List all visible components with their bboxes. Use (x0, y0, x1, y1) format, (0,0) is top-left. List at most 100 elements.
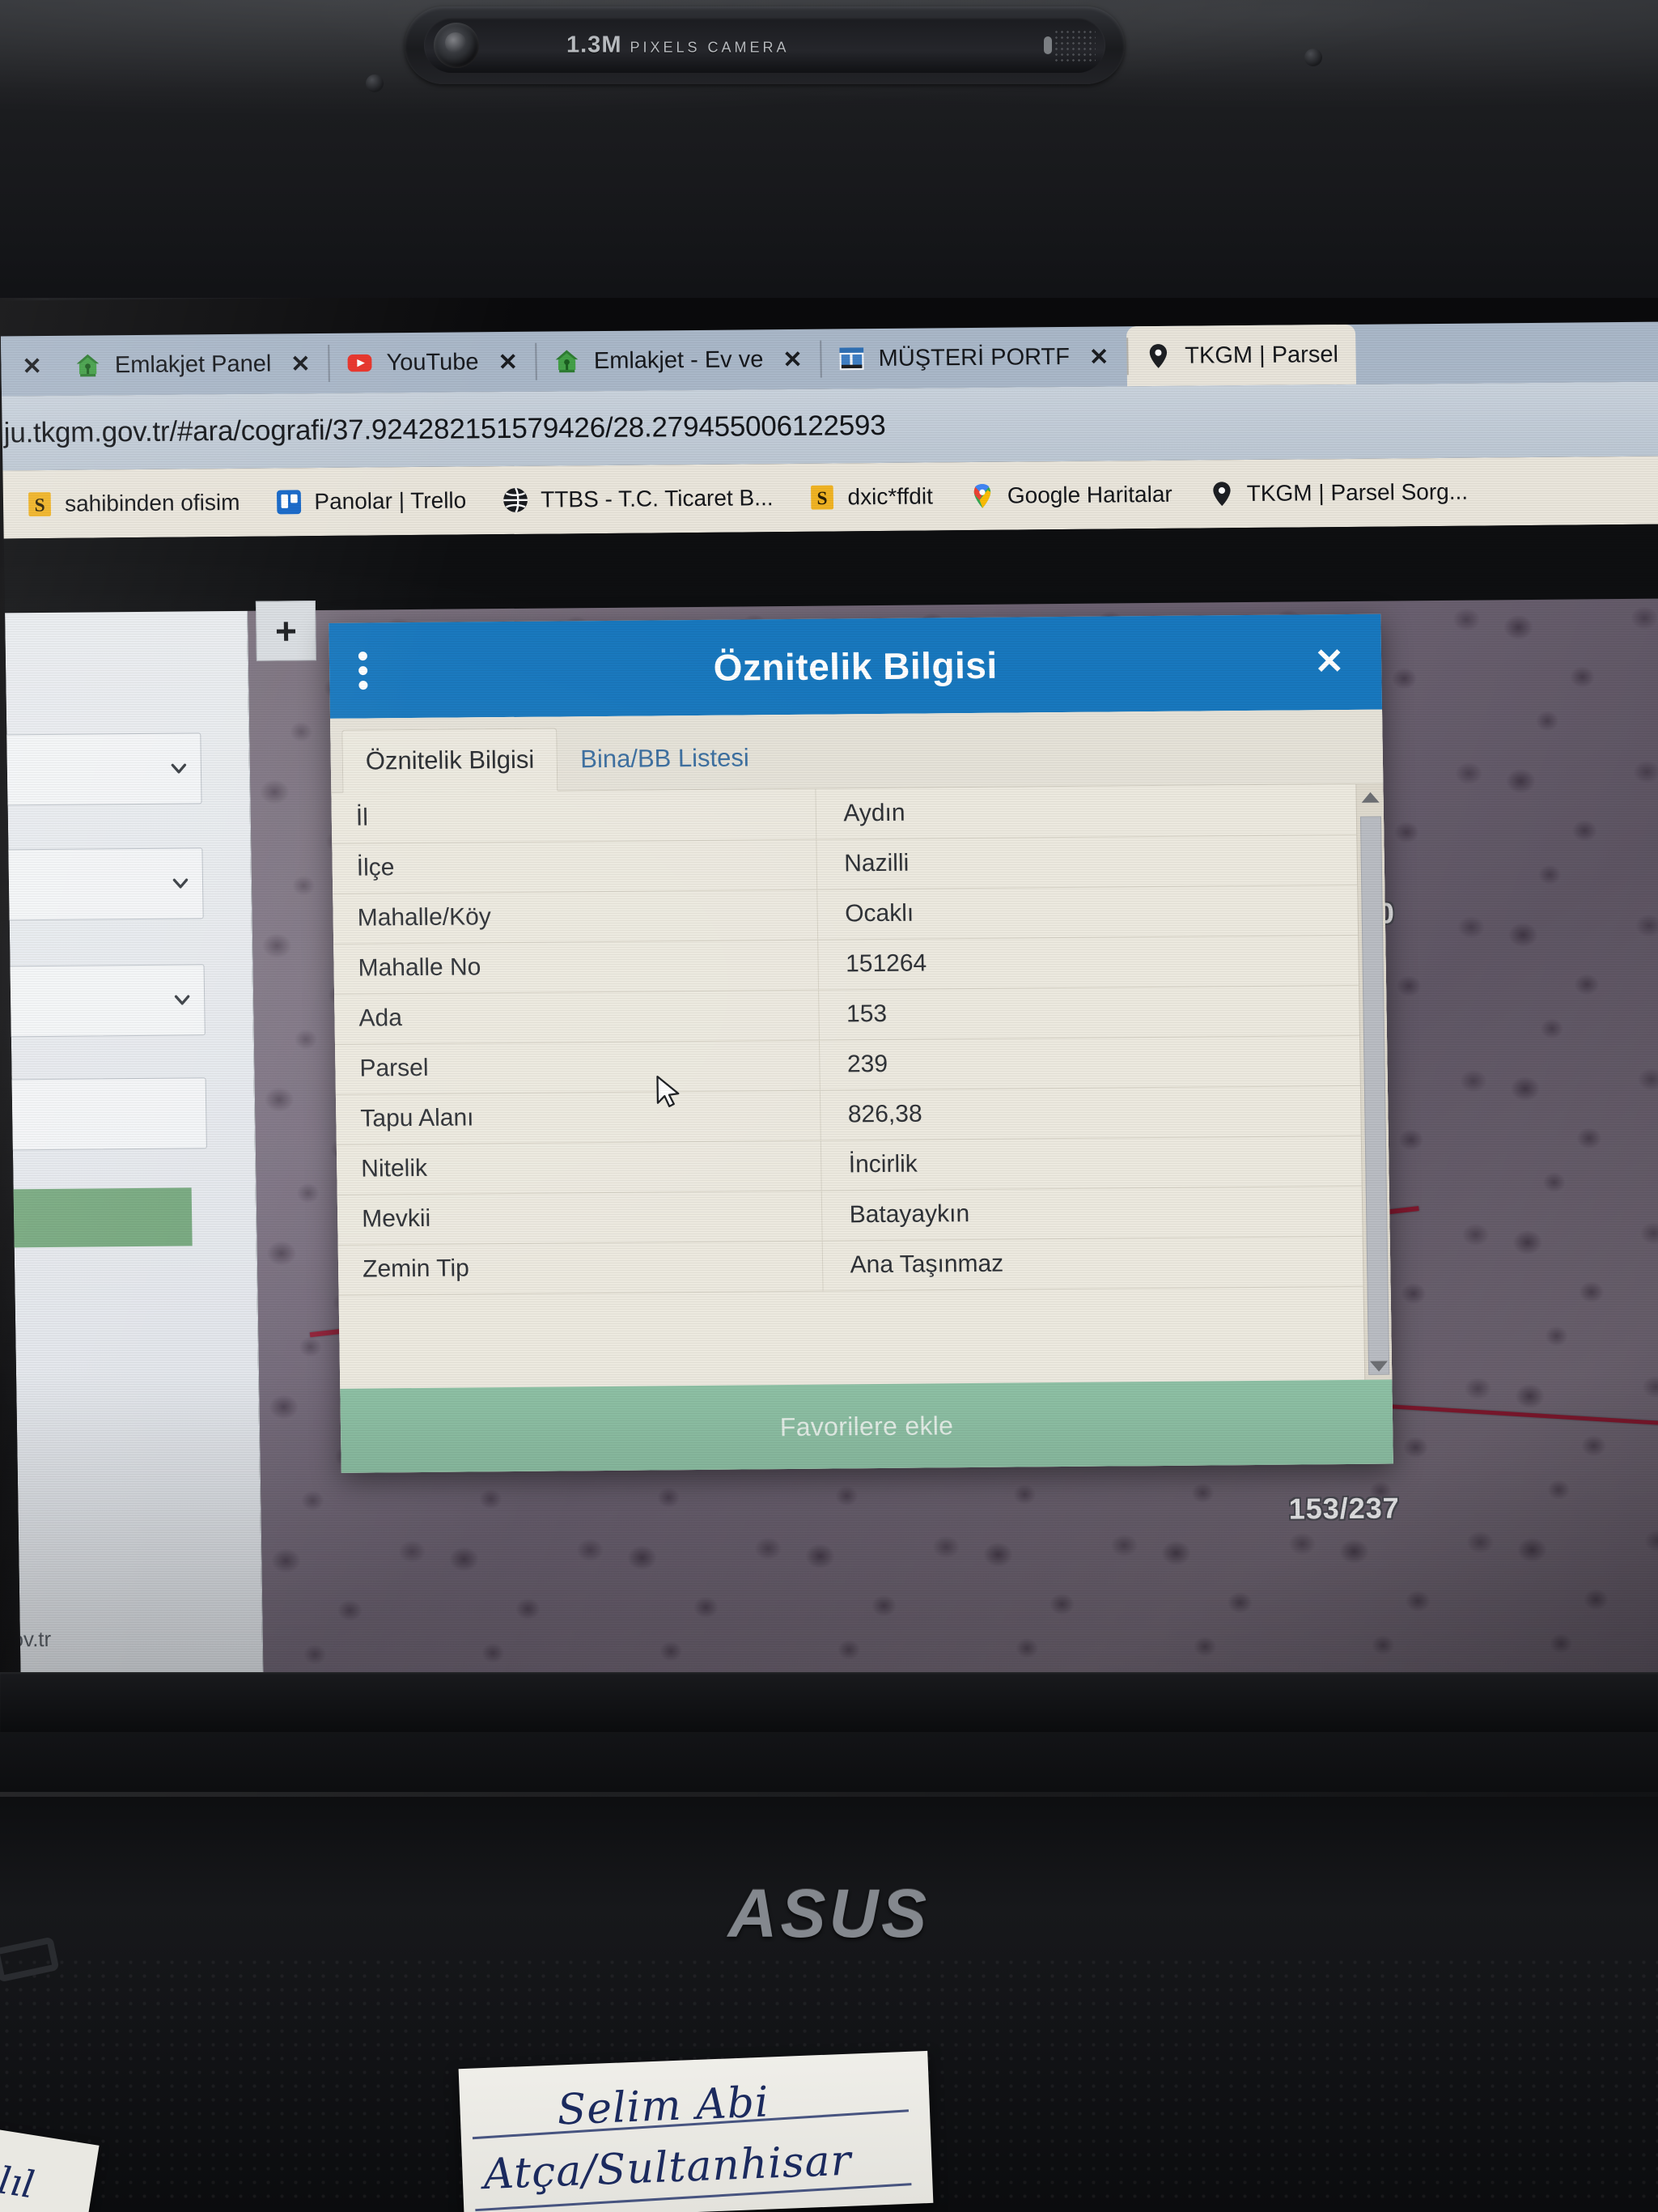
note-line-1: Selim Abi (556, 2078, 770, 2135)
table-row: Mahalle/Köy Ocaklı (333, 884, 1386, 944)
webcam-lens-icon (434, 23, 479, 68)
google-maps-icon (973, 484, 990, 508)
house-icon (76, 354, 100, 377)
attribute-value: 239 (818, 1034, 1388, 1090)
tab-close-icon[interactable]: ✕ (1089, 342, 1109, 371)
dialog-tab-bar: Öznitelik Bilgisi Bina/BB Listesi (330, 709, 1384, 793)
dialog-title: Öznitelik Bilgisi (713, 643, 999, 689)
mouse-cursor-icon (656, 1076, 680, 1107)
dialog-tab-oznitelik-bilgisi[interactable]: Öznitelik Bilgisi (341, 728, 558, 793)
asus-brand-logo: ASUS (727, 1875, 931, 1951)
add-to-favorites-button[interactable]: Favorilere ekle (340, 1379, 1393, 1473)
dialog-menu-button[interactable] (358, 652, 368, 690)
browser-tab-musteri-portfoy[interactable]: MÜŞTERİ PORTF ✕ (820, 326, 1127, 388)
attribute-table-scroll-area: İl Aydın İlçe Nazilli Mahalle/Köy Ocaklı… (331, 783, 1393, 1389)
youtube-icon (347, 354, 372, 372)
attribute-key: İl (331, 788, 816, 843)
sahibinden-icon: S (28, 492, 52, 517)
kebab-dot (358, 681, 368, 690)
sahibinden-icon: S (811, 485, 834, 510)
attribute-key: Ada (334, 989, 819, 1044)
attribute-key: Mevkii (337, 1190, 822, 1245)
scroll-down-arrow-icon[interactable] (1369, 1361, 1388, 1372)
search-submit-button[interactable] (3, 1187, 193, 1248)
kebab-dot (358, 652, 367, 661)
tab-title: Emlakjet - Ev ve (593, 346, 764, 374)
tab-title: Emlakjet Panel (114, 350, 272, 378)
attribute-value: Aydın (815, 783, 1384, 839)
map-zoom-in-button[interactable]: + (255, 601, 316, 661)
svg-text:S: S (34, 495, 45, 516)
attribute-value: 826,38 (819, 1085, 1389, 1140)
table-row: İlçe Nazilli (332, 834, 1385, 894)
webcam-megapixels: 1.3M (566, 32, 622, 58)
tab-title: YouTube (386, 348, 479, 376)
attribute-value: İncirlik (820, 1135, 1389, 1191)
bookmark-label: Google Haritalar (1007, 481, 1172, 508)
bookmark-panolar-trello[interactable]: Panolar | Trello (257, 486, 484, 516)
handwritten-note: Selim Abi Atça/Sultanhisar (458, 2050, 934, 2212)
bookmark-tkgm-parsel-sorgulama[interactable]: TKGM | Parsel Sorg... (1189, 478, 1486, 507)
dialog-close-button[interactable]: ✕ (1314, 642, 1345, 681)
table-row: Mevkii Batayaykın (337, 1185, 1390, 1245)
attribute-key: Zemin Tip (337, 1240, 823, 1295)
webcam-module: 1.3M PIXELS CAMERA (405, 6, 1125, 84)
attribute-value: Batayaykın (821, 1185, 1390, 1241)
bookmark-ttbs-ticaret[interactable]: TTBS - T.C. Ticaret B... (484, 484, 791, 514)
table-row: Tapu Alanı 826,38 (335, 1085, 1389, 1144)
province-select[interactable] (3, 732, 202, 806)
attribute-value: Ocaklı (816, 884, 1386, 940)
dialog-header: Öznitelik Bilgisi ✕ (329, 614, 1383, 719)
tab-title: MÜŞTERİ PORTF (878, 343, 1071, 371)
bookmark-label: sahibinden ofisim (64, 489, 240, 516)
table-row: Parsel 239 (334, 1034, 1388, 1094)
webcam-camera-text: PIXELS CAMERA (630, 39, 790, 56)
chevron-down-icon (172, 878, 189, 889)
neighbourhood-select[interactable] (3, 964, 206, 1038)
bookmark-label: Panolar | Trello (314, 487, 467, 515)
bookmark-label: TKGM | Parsel Sorg... (1246, 478, 1469, 507)
tab-close-icon[interactable]: ✕ (290, 350, 311, 378)
chevron-down-icon (171, 763, 187, 774)
bookmark-dxic-ffdit[interactable]: S dxic*ffdit (791, 482, 951, 512)
house-icon (556, 350, 579, 373)
browser-tab-emlakjet-panel[interactable]: Emlakjet Panel ✕ (56, 333, 329, 396)
table-row: Ada 153 (334, 984, 1387, 1044)
attribute-value: Nazilli (816, 834, 1385, 889)
attribute-key: Nitelik (336, 1140, 821, 1195)
attribute-value: 151264 (817, 934, 1387, 990)
table-row: Nitelik İncirlik (336, 1135, 1389, 1195)
laptop-hinge (0, 1672, 1658, 1732)
attribute-info-dialog: Öznitelik Bilgisi ✕ Öznitelik Bilgisi Bi… (329, 614, 1393, 1473)
attribute-value: Ana Taşınmaz (821, 1235, 1391, 1291)
attribute-value: 153 (818, 984, 1387, 1040)
kebab-dot (358, 666, 368, 676)
tab-close-icon[interactable]: ✕ (782, 345, 803, 373)
microphone-icon (1044, 36, 1052, 54)
globe-icon (503, 487, 528, 513)
attribute-key: İlçe (332, 839, 817, 894)
attribute-key: Mahalle/Köy (333, 889, 818, 944)
dialog-tab-bina-bb-listesi[interactable]: Bina/BB Listesi (558, 727, 773, 790)
chevron-down-icon (174, 995, 190, 1005)
bookmark-sahibinden-ofisim[interactable]: S sahibinden ofisim (8, 489, 258, 519)
web-page-content: + 153/240 153/237 (3, 523, 1658, 1674)
browser-tab-emlakjet-ev-ve[interactable]: Emlakjet - Ev ve ✕ (535, 329, 821, 392)
district-select[interactable] (3, 847, 204, 921)
browser-tab-tkgm-parsel[interactable]: TKGM | Parsel (1126, 324, 1357, 387)
bookmark-google-haritalar[interactable]: Google Haritalar (951, 481, 1190, 511)
scroll-up-arrow-icon[interactable] (1361, 792, 1380, 803)
attribute-key: Parsel (334, 1039, 820, 1094)
browser-address-bar[interactable]: ju.tkgm.gov.tr/#ara/cografi/37.924282151… (2, 380, 1658, 471)
bookmark-label: TTBS - T.C. Ticaret B... (540, 485, 774, 512)
tab-title: TKGM | Parsel (1185, 341, 1339, 369)
map-pin-icon (1213, 482, 1231, 507)
tab-close-leading[interactable]: ✕ (1, 336, 57, 397)
deck-edge-highlight (0, 1792, 1658, 1797)
browser-tab-youtube[interactable]: YouTube ✕ (328, 332, 536, 393)
parcel-text-input[interactable] (3, 1077, 207, 1151)
bezel-sensor-dot-right (1304, 49, 1322, 66)
laptop-photo: 1.3M PIXELS CAMERA ✕ Emlakjet Panel ✕ Yo… (0, 0, 1658, 2212)
dialog-body: Öznitelik Bilgisi Bina/BB Listesi İl Ayd… (330, 709, 1393, 1473)
tab-close-icon[interactable]: ✕ (498, 347, 518, 376)
